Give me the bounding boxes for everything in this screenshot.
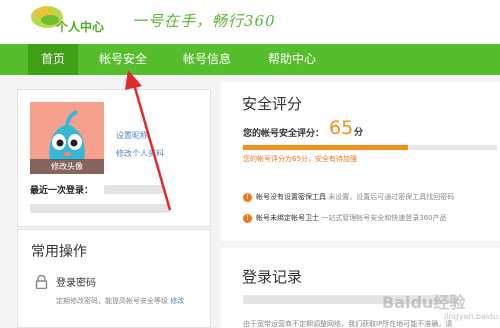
nav-account-security[interactable]: 帐号安全 (88, 44, 158, 75)
tip-main: 帐号没有设置密保工具 (256, 193, 326, 201)
common-ops-card: 常用操作 登录密码 定期修改密码，能提高帐号安全等级 修改 (17, 229, 211, 328)
tip-detail: 未设置，设置后可通过密保工具找回密码 (328, 193, 455, 201)
warning-icon: ! (243, 213, 252, 223)
score-progress-bar (243, 145, 497, 150)
set-nickname-link[interactable]: 设置昵称 (116, 130, 148, 141)
last-login-detail-redacted (30, 204, 170, 213)
login-password-desc-text: 定期修改密码，能提高帐号安全等级 (56, 297, 168, 305)
score-unit: 分 (354, 128, 364, 138)
baidu-watermark: Baidu经验 (382, 293, 466, 312)
edit-profile-link[interactable]: 修改个人资料 (116, 148, 164, 159)
score-label: 您的帐号安全评分： (243, 129, 325, 139)
header: 个人中心 一号在手，畅行360 (0, 0, 500, 44)
last-login-value-redacted (104, 185, 164, 194)
main-nav: 首页 帐号安全 帐号信息 帮助中心 (0, 44, 500, 75)
security-score-title: 安全评分 (242, 95, 303, 113)
login-password-title: 登录密码 (56, 278, 96, 289)
nav-help-center[interactable]: 帮助中心 (256, 44, 328, 75)
warning-icon: ! (243, 192, 252, 202)
baidu-watermark-url: jingyan.baidu.com (444, 312, 500, 321)
login-password-desc: 定期修改密码，能提高帐号安全等级 修改 (56, 295, 206, 308)
logo-text[interactable]: 个人中心 (56, 18, 104, 35)
last-login-label: 最近一次登录： (30, 186, 94, 196)
change-avatar-link[interactable]: 修改头像 (30, 159, 104, 174)
lock-icon (35, 275, 48, 289)
tip-main: 帐号未绑定帐号卫士 (256, 214, 319, 222)
nav-account-info[interactable]: 帐号信息 (171, 44, 243, 75)
common-ops-title: 常用操作 (31, 244, 87, 260)
score-note: 您的帐号评分为65分，安全有待加强 (243, 155, 357, 163)
tip-not-bound-guard[interactable]: ! 帐号未绑定帐号卫士 一站式管理帐号安全和快速登录360产品 (243, 213, 447, 223)
score-value: 65 (329, 117, 354, 139)
modify-password-link[interactable]: 修改 (170, 297, 184, 305)
tip-detail: 一站式管理帐号安全和快速登录360产品 (321, 214, 447, 222)
score-progress-fill (243, 145, 409, 150)
avatar[interactable]: 修改头像 (30, 102, 104, 174)
section-divider (221, 241, 500, 248)
profile-card: 修改头像 设置昵称 修改个人资料 最近一次登录： (17, 89, 211, 227)
tip-no-security-tool[interactable]: ! 帐号没有设置密保工具 未设置，设置后可通过密保工具找回密码 (243, 192, 454, 202)
slogan: 一号在手，畅行360 (132, 12, 276, 30)
nav-home[interactable]: 首页 (28, 44, 78, 75)
login-records-title: 登录记录 (242, 268, 303, 286)
login-records-note: 由于宽带运营商不定期调整网络，我们获取IP所在地可能不准确，请 (243, 320, 453, 328)
